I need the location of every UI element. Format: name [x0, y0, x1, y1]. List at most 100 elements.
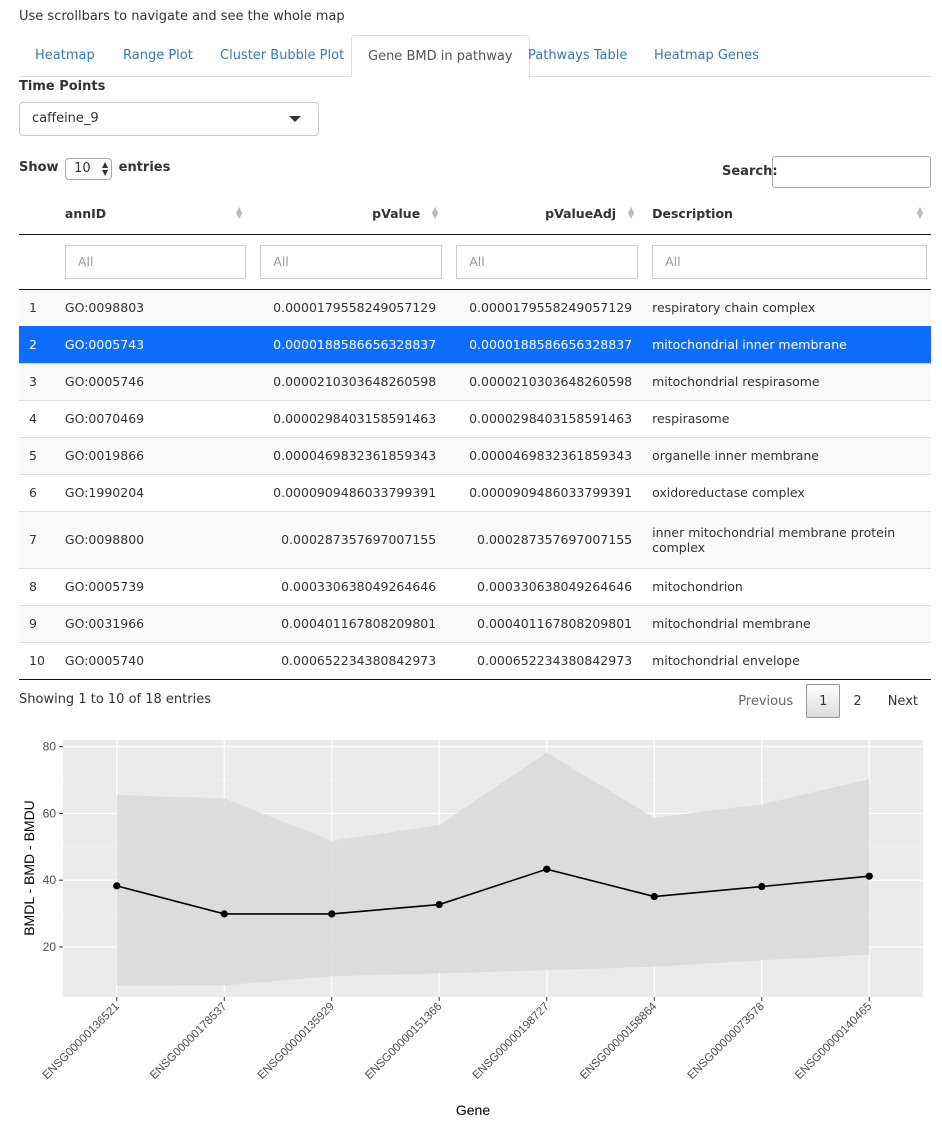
table-info: Showing 1 to 10 of 18 entries	[19, 692, 211, 707]
y-tick-label: 60	[43, 806, 57, 820]
filter-annid-input[interactable]: All	[64, 244, 247, 279]
dropdown-caret-icon	[289, 116, 301, 122]
pvalueadj-cell: 0.0000188586656328837	[446, 325, 643, 363]
column-header-pvalue[interactable]: pValue ▲ ▼	[250, 194, 447, 235]
description-cell: respirasome	[642, 399, 931, 437]
bmd-point	[650, 892, 658, 901]
row-index-cell: 10	[19, 641, 55, 680]
pvalueadj-cell: 0.0000210303648260598	[446, 362, 643, 400]
table-row[interactable]: 7 GO:0098800 0.000287357697007155 0.0002873…	[19, 510, 931, 568]
page-length-control: Show 10 ▲ ▼ entries	[19, 158, 170, 180]
row-index-cell: 5	[19, 436, 55, 474]
gene-bmd-chart: 20 40 60 80 ENSG00000136521 ENSG00000178537 EN…	[21, 740, 923, 1118]
annid-cell: GO:0098803	[54, 288, 251, 326]
search-input[interactable]	[772, 156, 931, 188]
x-tick-label: ENSG00000136521	[41, 1001, 122, 1082]
pvalue-cell: 0.0000188586656328837	[250, 325, 447, 363]
x-tick-label: ENSG00000158864	[578, 1000, 660, 1082]
tab-range-plot[interactable]: Range Plot	[107, 35, 209, 77]
description-cell: oxidoreductase complex	[642, 473, 931, 511]
table-row[interactable]: 9 GO:0031966 0.000401167808209801 0.0004011…	[19, 604, 931, 642]
pvalue-cell: 0.000652234380842973	[250, 641, 447, 680]
column-header-description[interactable]: Description ▲ ▼	[642, 194, 931, 235]
y-tick-label: 80	[43, 740, 57, 754]
tab-bar: Heatmap Range Plot Cluster Bubble Plot G…	[19, 35, 931, 78]
tab-pathways-table[interactable]: Pathways Table	[512, 35, 643, 77]
previous-page-button[interactable]: Previous	[725, 684, 806, 718]
x-tick-label: ENSG00000198727	[471, 1001, 552, 1082]
tab-cluster-bubble-plot[interactable]: Cluster Bubble Plot	[204, 35, 360, 77]
annid-cell: GO:0031966	[54, 604, 251, 642]
tab-heatmap-genes[interactable]: Heatmap Genes	[638, 35, 775, 77]
pvalue-cell: 0.000330638049264646	[250, 567, 447, 605]
annid-cell: GO:0005746	[54, 362, 251, 400]
pvalue-cell: 0.0000909486033799391	[250, 473, 447, 511]
entries-label: entries	[118, 160, 171, 175]
row-index-cell: 1	[19, 288, 55, 326]
time-points-select[interactable]: caffeine_9	[19, 102, 319, 136]
pvalueadj-cell: 0.000330638049264646	[446, 567, 643, 605]
annid-cell: GO:1990204	[54, 473, 251, 511]
annid-cell: GO:0005743	[54, 325, 251, 363]
filter-pvalue-input[interactable]: All	[260, 244, 443, 279]
table-row[interactable]: 3 GO:0005746 0.0000210303648260598 0.000021…	[19, 362, 931, 400]
page-length-select[interactable]: 10 ▲ ▼	[65, 158, 113, 180]
time-points-value: caffeine_9	[32, 111, 99, 126]
row-index-cell: 6	[19, 473, 55, 511]
bmd-point	[758, 882, 766, 891]
table-row[interactable]: 10 GO:0005740 0.000652234380842973 0.000652…	[19, 641, 931, 680]
search-label: Search:	[722, 164, 778, 179]
table-row[interactable]: 6 GO:1990204 0.0000909486033799391 0.000090…	[19, 473, 931, 511]
description-cell: respiratory chain complex	[642, 288, 931, 326]
next-page-button[interactable]: Next	[875, 684, 931, 718]
column-header-index	[19, 194, 55, 235]
bmd-point	[220, 910, 228, 918]
table-row[interactable]: 8 GO:0005739 0.000330638049264646 0.0003306…	[19, 567, 931, 605]
show-label: Show	[19, 160, 59, 175]
column-header-pvalueadj[interactable]: pValueAdj ▲ ▼	[446, 194, 643, 235]
filter-row: All All All All	[19, 234, 931, 290]
annid-cell: GO:0005739	[54, 567, 251, 605]
bmd-point	[865, 872, 873, 880]
description-cell: inner mitochondrial membrane protein com…	[642, 510, 931, 568]
pvalueadj-cell: 0.000401167808209801	[446, 604, 643, 642]
page-1-button[interactable]: 1	[806, 684, 841, 718]
pvalueadj-cell: 0.0000179558249057129	[446, 288, 643, 326]
filter-description-input[interactable]: All	[652, 244, 927, 279]
table-row[interactable]: 1 GO:0098803 0.0000179558249057129 0.000017…	[19, 288, 931, 326]
spinner-arrows-icon: ▲ ▼	[101, 160, 109, 177]
description-cell: mitochondrial respirasome	[642, 362, 931, 400]
table-row[interactable]: 4 GO:0070469 0.0000298403158591463 0.000029…	[19, 399, 931, 437]
pvalue-cell: 0.0000298403158591463	[250, 399, 447, 437]
description-cell: mitochondrial envelope	[642, 641, 931, 680]
pvalue-cell: 0.000401167808209801	[250, 604, 447, 642]
page-2-button[interactable]: 2	[840, 684, 874, 718]
description-cell: mitochondrial membrane	[642, 604, 931, 642]
bmd-point	[435, 900, 443, 909]
bmd-point	[113, 882, 121, 890]
x-tick-label: ENSG00000073578	[686, 1001, 767, 1082]
table-row[interactable]: 5 GO:0019866 0.0000469832361859343 0.000046…	[19, 436, 931, 474]
pvalueadj-cell: 0.0000909486033799391	[446, 473, 643, 511]
sort-icon: ▲ ▼	[236, 205, 243, 220]
pvalueadj-cell: 0.0000298403158591463	[446, 399, 643, 437]
x-tick-label: ENSG00000135929	[256, 1001, 337, 1082]
pvalue-cell: 0.0000469832361859343	[250, 436, 447, 474]
pvalue-cell: 0.0000179558249057129	[250, 288, 447, 326]
column-header-annid[interactable]: annID ▲ ▼	[54, 194, 251, 235]
bmd-point	[328, 910, 336, 918]
tab-heatmap[interactable]: Heatmap	[19, 35, 111, 77]
filter-pvalueadj-input[interactable]: All	[456, 244, 639, 279]
description-cell: organelle inner membrane	[642, 436, 931, 474]
pagination: Previous 1 2 Next	[725, 684, 931, 718]
pathways-table: annID ▲ ▼ pValue ▲ ▼ pValueAdj ▲ ▼ Description…	[19, 194, 931, 680]
row-index-cell: 3	[19, 362, 55, 400]
row-index-cell: 2	[19, 325, 55, 363]
y-axis-title: BMDL - BMD - BMDU	[21, 800, 37, 936]
row-index-cell: 7	[19, 510, 55, 568]
row-index-cell: 4	[19, 399, 55, 437]
table-row[interactable]: 2 GO:0005743 0.0000188586656328837 0.000018…	[19, 325, 931, 363]
tab-gene-bmd-in-pathway[interactable]: Gene BMD in pathway	[351, 35, 530, 78]
pvalueadj-cell: 0.000652234380842973	[446, 641, 643, 680]
row-index-cell: 9	[19, 604, 55, 642]
